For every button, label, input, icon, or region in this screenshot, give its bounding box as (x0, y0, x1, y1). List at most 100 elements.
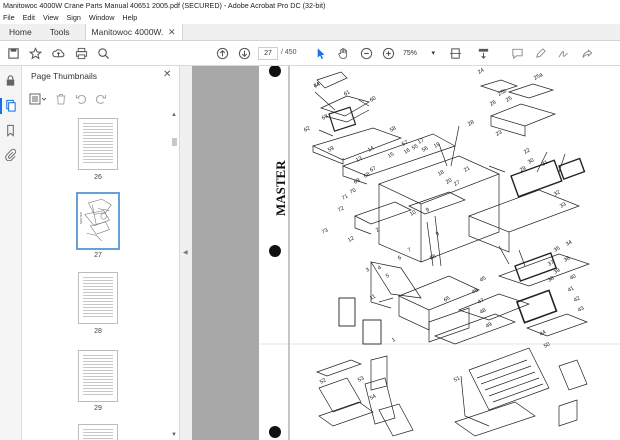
zoom-in-icon[interactable] (381, 46, 395, 60)
pdf-page[interactable]: MASTER 64 61 60 63 62 59 58 57 55 56 50 … (259, 66, 620, 440)
menu-bar: File Edit View Sign Window Help (0, 12, 620, 24)
scroll-mode-icon[interactable] (476, 46, 490, 60)
scroll-up-icon[interactable]: ▲ (171, 112, 177, 118)
page-fit-icon[interactable] (448, 46, 462, 60)
part-callouts: 6461606362595857 55 5650494847464544434241… (303, 67, 585, 401)
part-callout-label: 42 (573, 295, 581, 303)
lock-icon[interactable] (4, 74, 18, 88)
part-callout-label: 21 (463, 165, 471, 173)
close-panel-icon[interactable]: ✕ (163, 69, 171, 80)
part-callout-label: 10 (409, 209, 417, 217)
part-callout-label: 73 (321, 227, 329, 235)
part-callout-label: 63 (321, 113, 329, 121)
menu-view[interactable]: View (43, 12, 58, 24)
menu-file[interactable]: File (3, 12, 15, 24)
menu-edit[interactable]: Edit (23, 12, 35, 24)
part-callout-label: 66 (429, 253, 437, 261)
toolbar: 27 / 450 75% ▾ (0, 41, 620, 66)
thumbnails-scrollbar[interactable]: ▲ ▼ (171, 112, 178, 438)
part-callout-label: 60 (369, 95, 377, 103)
part-callout-label: 68 (363, 171, 371, 179)
part-callout-label: 23 (495, 129, 503, 137)
select-cursor-icon[interactable] (313, 46, 327, 60)
tab-tools[interactable]: Tools (41, 24, 79, 40)
part-callout-label: 54 (369, 393, 377, 401)
comment-icon[interactable] (510, 46, 524, 60)
attachment-icon[interactable] (4, 148, 18, 162)
close-tab-icon[interactable]: ✕ (168, 24, 176, 41)
sign-icon[interactable] (556, 46, 570, 60)
page-thumbnails-panel: Page Thumbnails ✕ ▲ ▼ 26 MASTER 27 28 29 (22, 66, 180, 440)
tab-bar: Home Tools Manitowoc 4000W... ✕ (0, 24, 620, 41)
pen-highlight-icon[interactable] (533, 46, 547, 60)
thumbnail-text-lines (83, 277, 113, 319)
part-callout-label: 51 (453, 375, 461, 383)
save-icon[interactable] (6, 46, 20, 60)
thumbnail-page-30[interactable] (78, 424, 118, 440)
thumbnail-label: 27 (94, 252, 102, 259)
document-viewer[interactable]: MASTER 64 61 60 63 62 59 58 57 55 56 50 … (192, 66, 620, 440)
upload-cloud-icon[interactable] (51, 46, 65, 60)
thumbnail-page-28[interactable] (78, 272, 118, 324)
part-callout-label: 44 (539, 329, 547, 337)
page-thumbnails-icon[interactable] (4, 99, 18, 113)
tab-home[interactable]: Home (0, 24, 41, 40)
scrollbar-thumb[interactable] (172, 138, 177, 146)
binder-hole (269, 66, 281, 77)
page-number-input[interactable]: 27 (258, 47, 278, 60)
svg-text:MASTER: MASTER (79, 212, 83, 224)
part-callout-label: 33 (559, 201, 567, 209)
share-icon[interactable] (580, 46, 594, 60)
thumbnail-page-26[interactable] (78, 118, 118, 170)
part-callout-label: 12 (347, 235, 355, 243)
menu-sign[interactable]: Sign (66, 12, 80, 24)
binder-hole (269, 426, 281, 438)
part-callout-label: 13 (355, 155, 363, 163)
bookmark-icon[interactable] (4, 124, 18, 138)
part-callout-label: 19 (433, 141, 441, 149)
menu-window[interactable]: Window (89, 12, 115, 24)
menu-help[interactable]: Help (122, 12, 137, 24)
zoom-level-select[interactable]: 75% ▾ (401, 47, 437, 60)
rotate-left-icon[interactable] (74, 92, 88, 106)
navigation-rail (0, 66, 22, 440)
thumbnail-text-lines (83, 355, 113, 397)
bookmark-star-icon[interactable] (28, 46, 42, 60)
thumbnail-page-29[interactable] (78, 350, 118, 402)
part-callout-label: 35 (553, 245, 561, 253)
part-callout-label: 57 (401, 139, 409, 147)
part-callout-label: 6 (397, 255, 403, 262)
thumbnail-page-27[interactable]: MASTER (76, 192, 120, 250)
print-icon[interactable] (74, 46, 88, 60)
panel-toolbar (28, 91, 108, 107)
collapse-arrow-icon: ◀ (183, 250, 188, 256)
part-callout-label: 71 (341, 193, 349, 201)
part-callout-label: 62 (303, 125, 311, 133)
part-callout-label: 4 (377, 265, 383, 272)
previous-page-icon[interactable] (215, 46, 229, 60)
tab-document-label: Manitowoc 4000W... (91, 26, 164, 37)
rotate-right-icon[interactable] (94, 92, 108, 106)
thumbnail-label: 29 (94, 405, 102, 412)
thumbnail-options-icon[interactable] (28, 92, 48, 106)
part-callout-label: 40 (569, 273, 577, 281)
part-callout-label: 32 (553, 189, 561, 197)
scroll-down-icon[interactable]: ▼ (171, 432, 177, 438)
part-callout-label: 36 (563, 255, 571, 263)
part-callout-label: 58 (389, 125, 397, 133)
panel-collapse-handle[interactable]: ◀ (180, 66, 192, 440)
thumbnail-diagram-preview: MASTER (79, 198, 112, 242)
delete-page-icon[interactable] (54, 92, 68, 106)
hand-tool-icon[interactable] (336, 46, 350, 60)
next-page-icon[interactable] (237, 46, 251, 60)
tab-document[interactable]: Manitowoc 4000W... ✕ (84, 24, 183, 41)
thumbnail-text-lines (83, 429, 113, 440)
zoom-out-icon[interactable] (359, 46, 373, 60)
part-callout-label: 30 (527, 157, 535, 165)
part-callout-label: 8 (435, 231, 441, 238)
part-callout-label: 49 (485, 321, 493, 329)
search-icon[interactable] (96, 46, 110, 60)
part-callout-label: 34 (565, 239, 573, 247)
page-total: / 450 (281, 49, 297, 56)
part-callout-label: 25a (533, 71, 545, 81)
